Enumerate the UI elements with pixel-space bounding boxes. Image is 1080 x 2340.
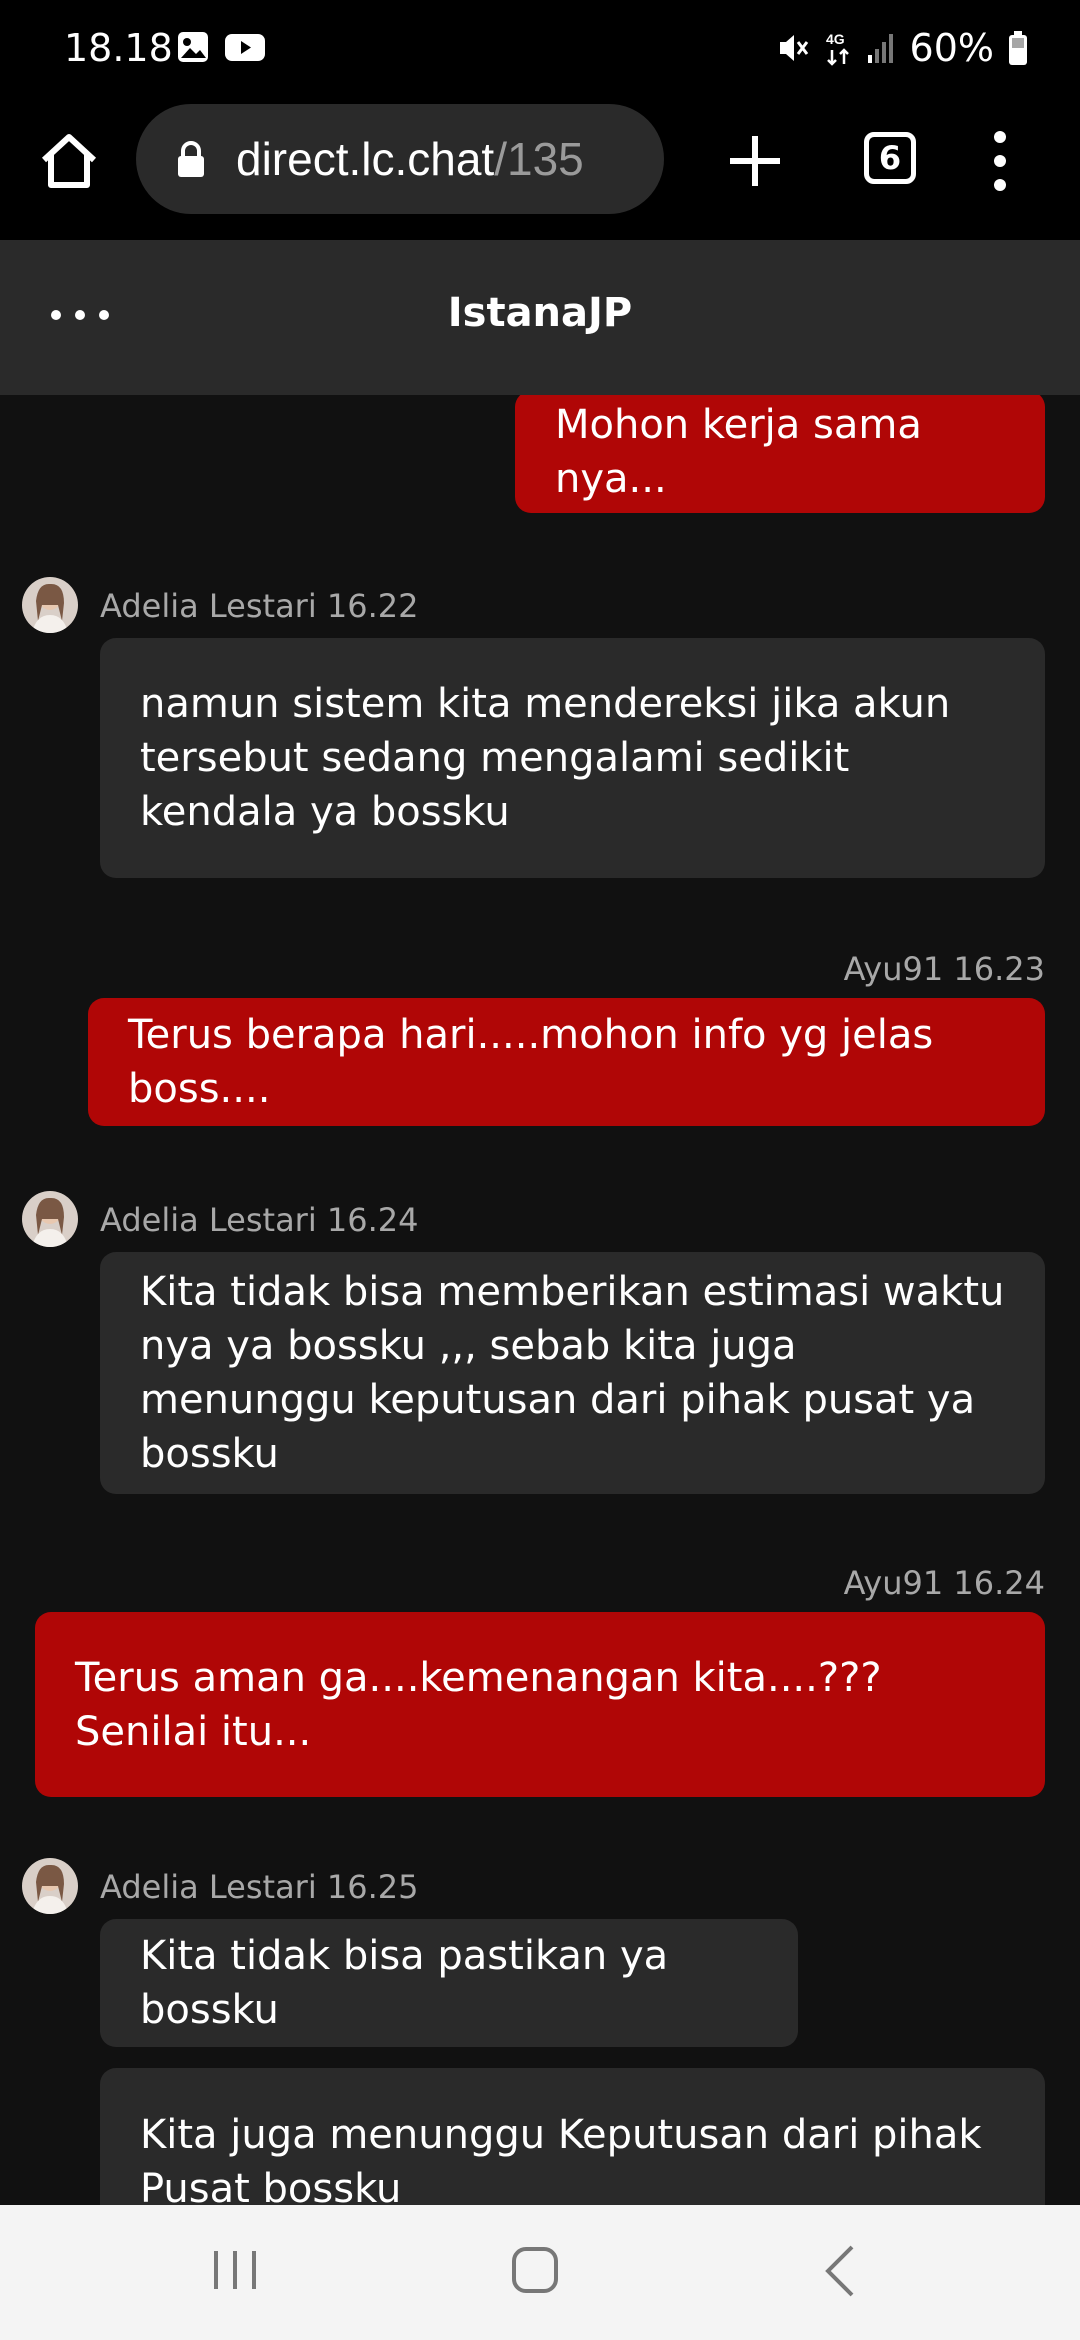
mute-icon — [779, 35, 808, 61]
agent-avatar — [22, 1191, 78, 1247]
message-text: Kita tidak bisa pastikan ya bossku — [140, 1933, 669, 2033]
chat-title: IstanaJP — [447, 290, 633, 336]
system-navigation-bar — [0, 2205, 1080, 2340]
message-text: Mohon kerja sama nya... — [555, 402, 922, 502]
address-bar[interactable]: direct.lc.chat/135 — [136, 104, 664, 214]
svg-text:4G: 4G — [826, 31, 845, 47]
url-text: direct.lc.chat/135 — [236, 132, 584, 186]
message-text: Kita juga menunggu Keputusan dari pihak … — [140, 2112, 982, 2205]
agent-avatar — [22, 577, 78, 633]
my-message-meta: Ayu91 16.24 — [843, 1564, 1045, 1602]
agent-message-meta: Adelia Lestari 16.25 — [100, 1868, 419, 1906]
url-host: direct.lc.chat — [236, 133, 495, 185]
agent-message-bubble: namun sistem kita mendereksi jika akun t… — [100, 638, 1045, 878]
agent-avatar — [22, 1858, 78, 1914]
message-text: namun sistem kita mendereksi jika akun t… — [140, 681, 951, 835]
youtube-icon — [225, 34, 265, 61]
agent-message-bubble: Kita tidak bisa memberikan estimasi wakt… — [100, 1252, 1045, 1494]
agent-message-bubble: Kita juga menunggu Keputusan dari pihak … — [100, 2068, 1045, 2205]
status-bar: 18.18 4G 60% — [0, 0, 1080, 100]
message-text: Terus aman ga....kemenangan kita....??? … — [75, 1654, 882, 1755]
battery-icon — [1009, 31, 1027, 65]
tabs-icon[interactable]: 6 — [864, 132, 916, 184]
message-text: Terus berapa hari.....mohon info yg jela… — [128, 1012, 934, 1112]
my-message-bubble: Terus aman ga....kemenangan kita....??? … — [35, 1612, 1045, 1797]
lock-icon — [178, 141, 204, 177]
battery-percent: 60% — [909, 26, 994, 70]
image-icon — [178, 32, 208, 62]
4g-icon: 4G — [826, 31, 849, 66]
home-button-icon[interactable] — [510, 2245, 560, 2295]
back-icon[interactable] — [820, 2243, 860, 2299]
signal-icon — [867, 34, 893, 63]
my-message-meta: Ayu91 16.23 — [843, 950, 1045, 988]
more-vertical-icon[interactable] — [990, 128, 1010, 194]
agent-message-meta: Adelia Lestari 16.24 — [100, 1201, 419, 1239]
message-text: Kita tidak bisa memberikan estimasi wakt… — [140, 1269, 1005, 1477]
agent-message-bubble: Kita tidak bisa pastikan ya bossku — [100, 1919, 798, 2047]
status-time: 18.18 — [64, 26, 173, 70]
browser-toolbar: direct.lc.chat/135 6 — [0, 100, 1080, 240]
my-message-bubble: Mohon kerja sama nya... — [515, 395, 1045, 513]
my-message-bubble: Terus berapa hari.....mohon info yg jela… — [88, 998, 1045, 1126]
plus-icon[interactable] — [722, 128, 788, 194]
recent-apps-icon[interactable] — [210, 2247, 260, 2293]
agent-message-meta: Adelia Lestari 16.22 — [100, 587, 419, 625]
url-path: /135 — [494, 133, 584, 185]
chat-header: IstanaJP — [0, 240, 1080, 395]
tab-count: 6 — [878, 139, 902, 177]
chat-messages[interactable]: Mohon kerja sama nya... Adelia Lestari 1… — [0, 395, 1080, 2205]
home-icon[interactable] — [38, 130, 100, 192]
